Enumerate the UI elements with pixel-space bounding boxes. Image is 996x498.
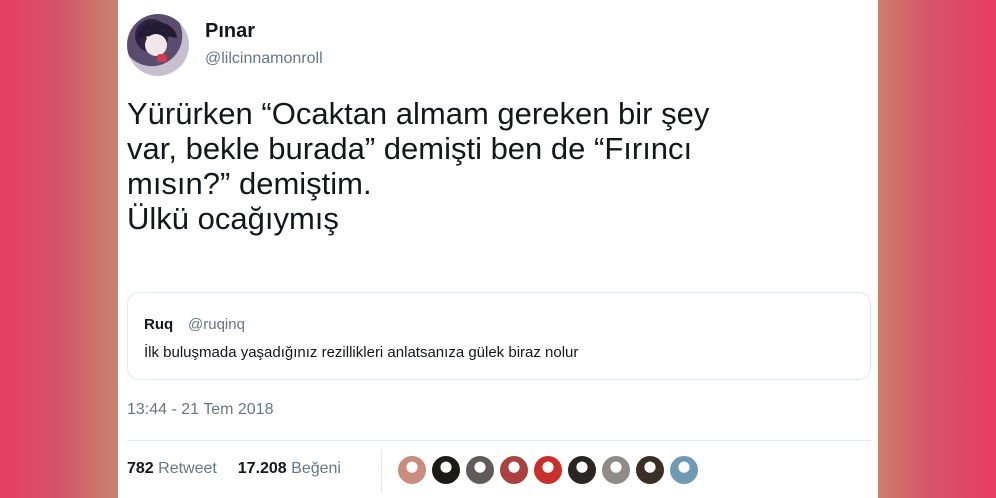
liker-avatar-3[interactable] bbox=[465, 455, 495, 485]
tweet-card: Pınar @lilcinnamonroll Yürürken “Ocaktan… bbox=[118, 0, 878, 498]
liker-avatar-4[interactable] bbox=[499, 455, 529, 485]
tweet-text-line: Yürürken “Ocaktan almam gereken bir şey bbox=[127, 96, 710, 131]
tweet-timestamp[interactable]: 13:44 - 21 Tem 2018 bbox=[127, 401, 273, 419]
stats-divider bbox=[381, 450, 382, 492]
liker-avatar-7[interactable] bbox=[601, 455, 631, 485]
retweet-label: Retweet bbox=[158, 460, 217, 477]
liker-avatar-5[interactable] bbox=[533, 455, 563, 485]
tweet-text-line: var, bekle burada” demişti ben de “Fırın… bbox=[127, 131, 693, 166]
tweet-stats: 782 Retweet 17.208 Beğeni bbox=[127, 460, 341, 478]
quoted-tweet[interactable]: Ruq @ruqinq İlk buluşmada yaşadığınız re… bbox=[127, 292, 871, 380]
liker-avatar-9[interactable] bbox=[669, 455, 699, 485]
tweet-text-line: mısın?” demiştim. bbox=[127, 166, 372, 201]
avatar-bow bbox=[157, 54, 167, 62]
quoted-tweet-text: İlk buluşmada yaşadığınız rezillikleri a… bbox=[144, 344, 579, 361]
divider bbox=[127, 440, 871, 441]
avatar-face bbox=[145, 34, 167, 56]
like-stat[interactable]: 17.208 Beğeni bbox=[238, 460, 341, 477]
quoted-author-handle: @ruqinq bbox=[188, 316, 245, 333]
like-label: Beğeni bbox=[291, 460, 341, 477]
quoted-author-name: Ruq bbox=[144, 316, 174, 333]
liker-avatar-6[interactable] bbox=[567, 455, 597, 485]
liker-avatar-1[interactable] bbox=[397, 455, 427, 485]
liker-avatar-2[interactable] bbox=[431, 455, 461, 485]
like-count: 17.208 bbox=[237, 460, 287, 477]
author-name[interactable]: Pınar bbox=[205, 20, 255, 43]
retweet-count: 782 bbox=[127, 460, 154, 477]
liker-avatar-8[interactable] bbox=[635, 455, 665, 485]
tweet-text: Yürürken “Ocaktan almam gereken bir şey … bbox=[127, 96, 867, 236]
author-avatar[interactable] bbox=[127, 14, 189, 76]
retweet-stat[interactable]: 782 Retweet bbox=[127, 460, 221, 477]
author-handle[interactable]: @lilcinnamonroll bbox=[205, 50, 323, 68]
tweet-text-line: Ülkü ocağıymış bbox=[127, 201, 339, 236]
